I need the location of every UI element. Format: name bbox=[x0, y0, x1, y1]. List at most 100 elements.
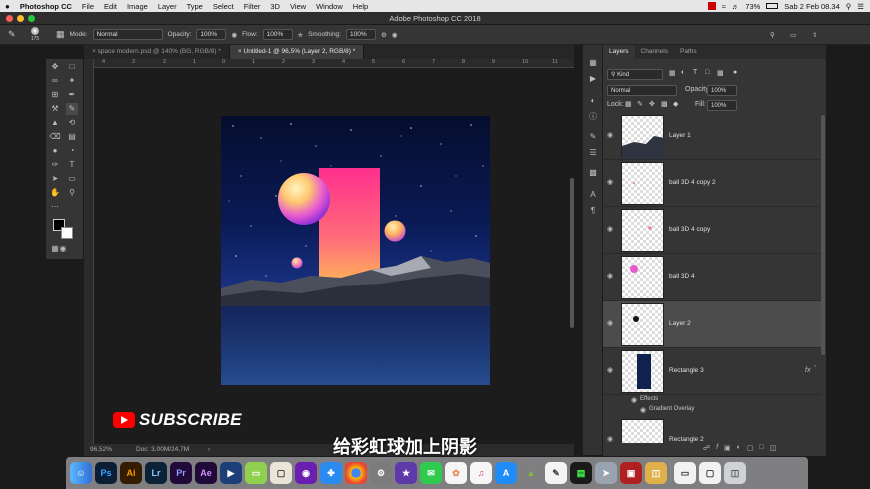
screen-mode-icon[interactable]: ▦ bbox=[49, 243, 61, 255]
volume-icon[interactable]: ♬ bbox=[732, 2, 740, 11]
tab-space-modern[interactable]: × space modern.psd @ 140% (BG, RGB/8) * bbox=[84, 45, 230, 59]
gear-icon[interactable]: ⚙ bbox=[381, 31, 387, 39]
notes-app-icon[interactable]: ▭ bbox=[245, 462, 267, 484]
app-menu[interactable]: Photoshop CC bbox=[15, 2, 77, 11]
visibility-eye-icon[interactable]: ◉ bbox=[607, 225, 613, 233]
minimize-window-icon[interactable] bbox=[17, 15, 24, 22]
airbrush-icon[interactable]: ✯ bbox=[298, 31, 303, 39]
visibility-eye-icon[interactable]: ◉ bbox=[607, 272, 613, 280]
adjustments-panel-icon[interactable]: ◐ bbox=[587, 95, 599, 107]
adjustment-layer-icon[interactable]: ◐ bbox=[737, 444, 741, 454]
filter-toggle-icon[interactable]: ● bbox=[733, 69, 737, 76]
mode-select[interactable]: Normal bbox=[92, 29, 163, 40]
blend-mode-select[interactable]: Normal bbox=[607, 85, 677, 96]
search-icon[interactable]: ⚲ bbox=[770, 31, 775, 39]
lock-artboard-icon[interactable]: ▩ bbox=[661, 100, 668, 108]
expand-effects-icon[interactable]: ˆ bbox=[814, 366, 816, 373]
layer-row[interactable]: ◉ Rectangle 3 fx ˆ bbox=[603, 348, 821, 395]
type-tool-icon[interactable]: T bbox=[66, 159, 78, 171]
share-icon[interactable]: ⇧ bbox=[812, 31, 817, 39]
fx-icon[interactable]: f bbox=[716, 444, 718, 454]
layer-name[interactable]: Rectangle 2 bbox=[669, 436, 704, 443]
menu-view[interactable]: View bbox=[285, 2, 311, 11]
document-canvas[interactable] bbox=[221, 116, 490, 385]
eraser-tool-icon[interactable]: ⌫ bbox=[49, 131, 61, 143]
layer-row[interactable]: ◉ ball 3D 4 copy bbox=[603, 207, 821, 254]
tab-layers[interactable]: Layers bbox=[603, 45, 635, 59]
tab-channels[interactable]: Channels bbox=[635, 45, 674, 59]
launchpad-icon[interactable]: ➤ bbox=[595, 462, 617, 484]
actions-panel-icon[interactable]: ▶ bbox=[587, 73, 599, 85]
layer-effects-badge[interactable]: fx bbox=[805, 367, 810, 374]
menu-layer[interactable]: Layer bbox=[153, 2, 182, 11]
effects-row[interactable]: ◉ Effects bbox=[603, 396, 821, 406]
messages-icon[interactable]: ✉ bbox=[420, 462, 442, 484]
photoshop-icon[interactable]: Ps bbox=[95, 462, 117, 484]
paragraph-panel-icon[interactable]: ¶ bbox=[587, 205, 599, 217]
tab-untitled-1[interactable]: × Untitled-1 @ 96,5% (Layer 2, RGB/8) * bbox=[229, 45, 365, 59]
fill-field[interactable]: 100% bbox=[707, 100, 737, 111]
effects-eye-icon[interactable]: ◉ bbox=[631, 396, 637, 404]
layer-name[interactable]: ball 3D 4 copy bbox=[669, 226, 710, 233]
hand-tool-icon[interactable]: ✋ bbox=[49, 187, 61, 199]
brush-panel-icon[interactable]: ▦ bbox=[56, 29, 65, 40]
gradient-overlay-row[interactable]: ◉ Gradient Overlay bbox=[603, 406, 821, 416]
layer-name[interactable]: Layer 2 bbox=[669, 320, 691, 327]
type-filter-icon[interactable]: T bbox=[693, 69, 697, 76]
sliders-panel-icon[interactable]: ☰ bbox=[587, 147, 599, 159]
eyedropper-tool-icon[interactable]: ✒ bbox=[66, 89, 78, 101]
move-tool-icon[interactable]: ✥ bbox=[49, 61, 61, 73]
record-icon[interactable] bbox=[707, 2, 716, 10]
downloads-icon[interactable]: ▢ bbox=[699, 462, 721, 484]
menu-edit[interactable]: Edit bbox=[99, 2, 122, 11]
menu-image[interactable]: Image bbox=[122, 2, 153, 11]
path-select-icon[interactable]: ➤ bbox=[49, 173, 61, 185]
layer-row[interactable]: ◉ Layer 1 bbox=[603, 113, 821, 160]
new-layer-icon[interactable]: □ bbox=[760, 444, 764, 454]
rectangle-tool-icon[interactable]: ▭ bbox=[66, 173, 78, 185]
itunes-icon[interactable]: ♫ bbox=[470, 462, 492, 484]
visibility-eye-icon[interactable]: ◉ bbox=[607, 131, 613, 139]
layer-name[interactable]: ball 3D 4 copy 2 bbox=[669, 179, 716, 186]
trash-can-icon[interactable]: ◫ bbox=[724, 462, 746, 484]
shape-filter-icon[interactable]: □ bbox=[705, 69, 709, 76]
app-store-icon[interactable]: A bbox=[495, 462, 517, 484]
menu-select[interactable]: Select bbox=[208, 2, 239, 11]
doc-size[interactable]: Doc: 3,00M/24,7M bbox=[136, 444, 189, 456]
visibility-eye-icon[interactable]: ◉ bbox=[607, 319, 613, 327]
pressure-opacity-icon[interactable]: ◉ bbox=[231, 31, 237, 39]
finder-icon[interactable]: ☺ bbox=[70, 462, 92, 484]
lasso-tool-icon[interactable]: ∞ bbox=[49, 75, 61, 87]
after-effects-icon[interactable]: Ae bbox=[195, 462, 217, 484]
background-color[interactable] bbox=[61, 227, 73, 239]
photos-icon[interactable]: ✿ bbox=[445, 462, 467, 484]
clone-source-icon[interactable]: ▩ bbox=[587, 167, 599, 179]
text-edit-icon[interactable]: ✎ bbox=[545, 462, 567, 484]
layers-scrollbar[interactable] bbox=[821, 115, 825, 355]
visibility-eye-icon[interactable]: ◉ bbox=[607, 366, 613, 374]
lightroom-icon[interactable]: Lr bbox=[145, 462, 167, 484]
system-preferences-icon[interactable]: ⚙ bbox=[370, 462, 392, 484]
battery-icon[interactable] bbox=[766, 3, 779, 9]
zoom-tool-icon[interactable]: ⚲ bbox=[66, 187, 78, 199]
maximize-window-icon[interactable] bbox=[28, 15, 35, 22]
adjustment-filter-icon[interactable]: ◐ bbox=[681, 69, 685, 76]
mask-icon[interactable]: ▣ bbox=[724, 444, 731, 454]
flow-field[interactable]: 100% bbox=[262, 29, 293, 40]
smart-object-filter-icon[interactable]: ▩ bbox=[717, 69, 724, 77]
archive-utility-icon[interactable]: ◫ bbox=[645, 462, 667, 484]
menu-3d[interactable]: 3D bbox=[265, 2, 285, 11]
history-brush-icon[interactable]: ⟲ bbox=[66, 117, 78, 129]
app-icon-purple[interactable]: ◉ bbox=[295, 462, 317, 484]
pen-tool-icon[interactable]: ✑ bbox=[49, 159, 61, 171]
opacity-field[interactable]: 100% bbox=[196, 29, 227, 40]
character-panel-icon[interactable]: A bbox=[587, 189, 599, 201]
pressure-size-icon[interactable]: ◉ bbox=[392, 31, 398, 39]
lock-position-icon[interactable]: ✥ bbox=[649, 100, 655, 108]
tab-paths[interactable]: Paths bbox=[674, 45, 703, 59]
illustrator-icon[interactable]: Ai bbox=[120, 462, 142, 484]
layer-name[interactable]: Layer 1 bbox=[669, 132, 691, 139]
brush-settings-icon[interactable]: ✎ bbox=[587, 131, 599, 143]
layer-row[interactable]: ◉ ball 3D 4 bbox=[603, 254, 821, 301]
visibility-eye-icon[interactable]: ◉ bbox=[607, 435, 613, 443]
